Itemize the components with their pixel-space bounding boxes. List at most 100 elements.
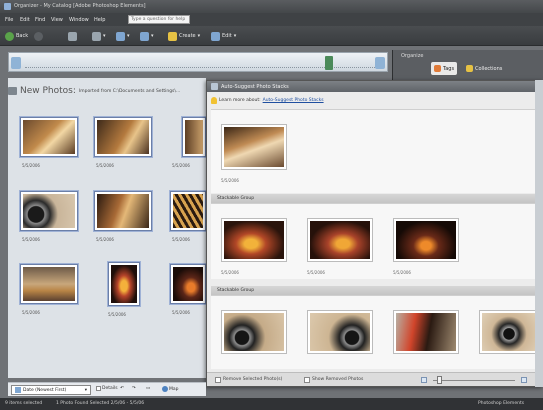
slider-thumb[interactable] [437, 376, 442, 384]
rotate-left-icon[interactable]: ↶ [120, 386, 124, 391]
photo-thumbnail[interactable] [170, 191, 206, 231]
forward-button[interactable] [34, 31, 43, 41]
rotate-right-icon[interactable]: ↷ [132, 386, 136, 391]
tab-tags[interactable]: Tags [431, 62, 458, 75]
sort-order-dropdown[interactable]: Date (Newest First) ▾ [11, 385, 91, 395]
stack-photo-date: 5/5/2006 [307, 270, 325, 275]
photo-thumbnail[interactable] [20, 191, 78, 231]
print-icon [68, 31, 77, 41]
photo-thumbnail[interactable] [20, 264, 78, 304]
timeline-ticks [25, 67, 375, 70]
chevron-down-icon: ▾ [103, 33, 106, 39]
browser-path: Imported from C:\Documents and Settings\… [78, 88, 181, 94]
stack-photo-date: 5/5/2006 [393, 270, 411, 275]
photo-thumbnail[interactable] [20, 117, 78, 157]
stack-group-header: Stackable Group [211, 194, 543, 203]
photo-image [97, 120, 149, 154]
tab-tags-label: Tags [443, 65, 455, 72]
thumbnail-size-slider[interactable] [433, 380, 515, 381]
order-icon [116, 31, 125, 41]
photo-thumbnail[interactable] [94, 117, 152, 157]
menu-find[interactable]: Find [35, 17, 45, 23]
dialog-info-line: Learn more about: Auto-Suggest Photo Sta… [211, 95, 324, 105]
photo-image [396, 313, 456, 351]
photo-image [310, 221, 370, 259]
print-button[interactable] [68, 31, 77, 41]
photo-thumbnail[interactable] [170, 264, 206, 304]
back-button[interactable]: Back [5, 31, 28, 41]
forward-icon [34, 31, 43, 41]
create-icon [168, 31, 177, 41]
dialog-title: Auto-Suggest Photo Stacks [221, 84, 289, 90]
photo-image [224, 127, 284, 167]
chevron-down-icon: ▾ [151, 33, 154, 39]
chevron-down-icon: ▾ [127, 33, 130, 39]
browser-heading-text: New Photos: [20, 86, 76, 96]
photo-thumbnail[interactable] [108, 262, 140, 306]
timeline-marker[interactable] [325, 56, 333, 70]
timeline[interactable] [8, 52, 388, 72]
view-icon[interactable]: ▭ [146, 386, 150, 391]
remove-selected-checkbox[interactable] [215, 377, 221, 383]
photo-mail-button[interactable]: ▾ [92, 31, 106, 41]
timeline-left-arrow-icon[interactable] [11, 57, 21, 69]
share-icon [140, 31, 149, 41]
browser-nav-icon[interactable] [8, 87, 17, 95]
map-button[interactable]: Map [162, 386, 179, 392]
tab-collections[interactable]: Collections [463, 62, 505, 75]
info-link[interactable]: Auto-Suggest Photo Stacks [263, 98, 324, 103]
stack-thumbnail[interactable] [393, 310, 459, 354]
main-toolbar: Back ▾ ▾ ▾ Create ▾ Edit ▾ [0, 26, 543, 46]
back-icon [5, 31, 14, 41]
stack-thumbnail[interactable] [307, 310, 373, 354]
status-bar: 9 items selected 1 Photo Found Selected … [0, 398, 543, 410]
photo-icon [92, 31, 101, 41]
photo-image [23, 120, 75, 154]
edit-icon [211, 31, 220, 41]
share-button[interactable]: ▾ [140, 31, 154, 41]
chevron-down-icon: ▾ [84, 387, 87, 393]
stack-thumbnail[interactable] [393, 218, 459, 262]
dialog-title-bar[interactable]: Auto-Suggest Photo Stacks [207, 81, 542, 92]
photo-thumbnail[interactable] [182, 117, 206, 157]
stack-thumbnail[interactable] [479, 310, 539, 354]
photo-image [224, 313, 284, 351]
edit-button[interactable]: Edit ▾ [211, 31, 236, 41]
info-prefix: Learn more about: [219, 97, 261, 103]
help-search-input[interactable]: Type a question for help [128, 15, 190, 24]
stack-group-header: Stackable Group [211, 286, 543, 295]
photo-date: 5/5/2006 [96, 237, 114, 242]
browser-heading: New Photos: Imported from C:\Documents a… [8, 84, 180, 98]
status-app: Photoshop Elements [478, 401, 525, 406]
menu-file[interactable]: File [5, 17, 13, 23]
zoom-out-icon[interactable] [421, 377, 427, 383]
menu-help[interactable]: Help [94, 17, 105, 23]
show-removed-label: Show Removed Photos [312, 377, 364, 382]
dialog-icon [211, 83, 218, 90]
order-prints-button[interactable]: ▾ [116, 31, 130, 41]
stack-thumbnail[interactable] [307, 218, 373, 262]
photo-thumbnail[interactable] [94, 191, 152, 231]
stack-group-3 [211, 295, 543, 369]
show-removed-checkbox[interactable] [304, 377, 310, 383]
timeline-right-arrow-icon[interactable] [375, 57, 385, 69]
status-info: 1 Photo Found Selected 2/5/06 - 5/5/06 [56, 401, 145, 406]
stack-thumbnail[interactable] [221, 124, 287, 170]
tab-collections-label: Collections [475, 65, 503, 72]
photo-date: 5/5/2006 [108, 312, 126, 317]
details-checkbox[interactable]: Details [96, 386, 118, 391]
photo-date: 5/5/2006 [22, 310, 40, 315]
photo-date: 5/5/2006 [172, 310, 190, 315]
stack-thumbnail[interactable] [221, 218, 287, 262]
create-button[interactable]: Create ▾ [168, 31, 200, 41]
photo-date: 5/5/2006 [96, 163, 114, 168]
menu-bar: File Edit Find View Window Help Type a q… [0, 13, 543, 26]
organizer-title: Organize [401, 53, 424, 59]
menu-view[interactable]: View [51, 17, 63, 23]
window-title: Organizer - My Catalog [Adobe Photoshop … [14, 3, 146, 9]
zoom-in-icon[interactable] [521, 377, 527, 383]
photo-image [396, 221, 456, 259]
menu-edit[interactable]: Edit [20, 17, 30, 23]
menu-window[interactable]: Window [69, 17, 89, 23]
stack-thumbnail[interactable] [221, 310, 287, 354]
